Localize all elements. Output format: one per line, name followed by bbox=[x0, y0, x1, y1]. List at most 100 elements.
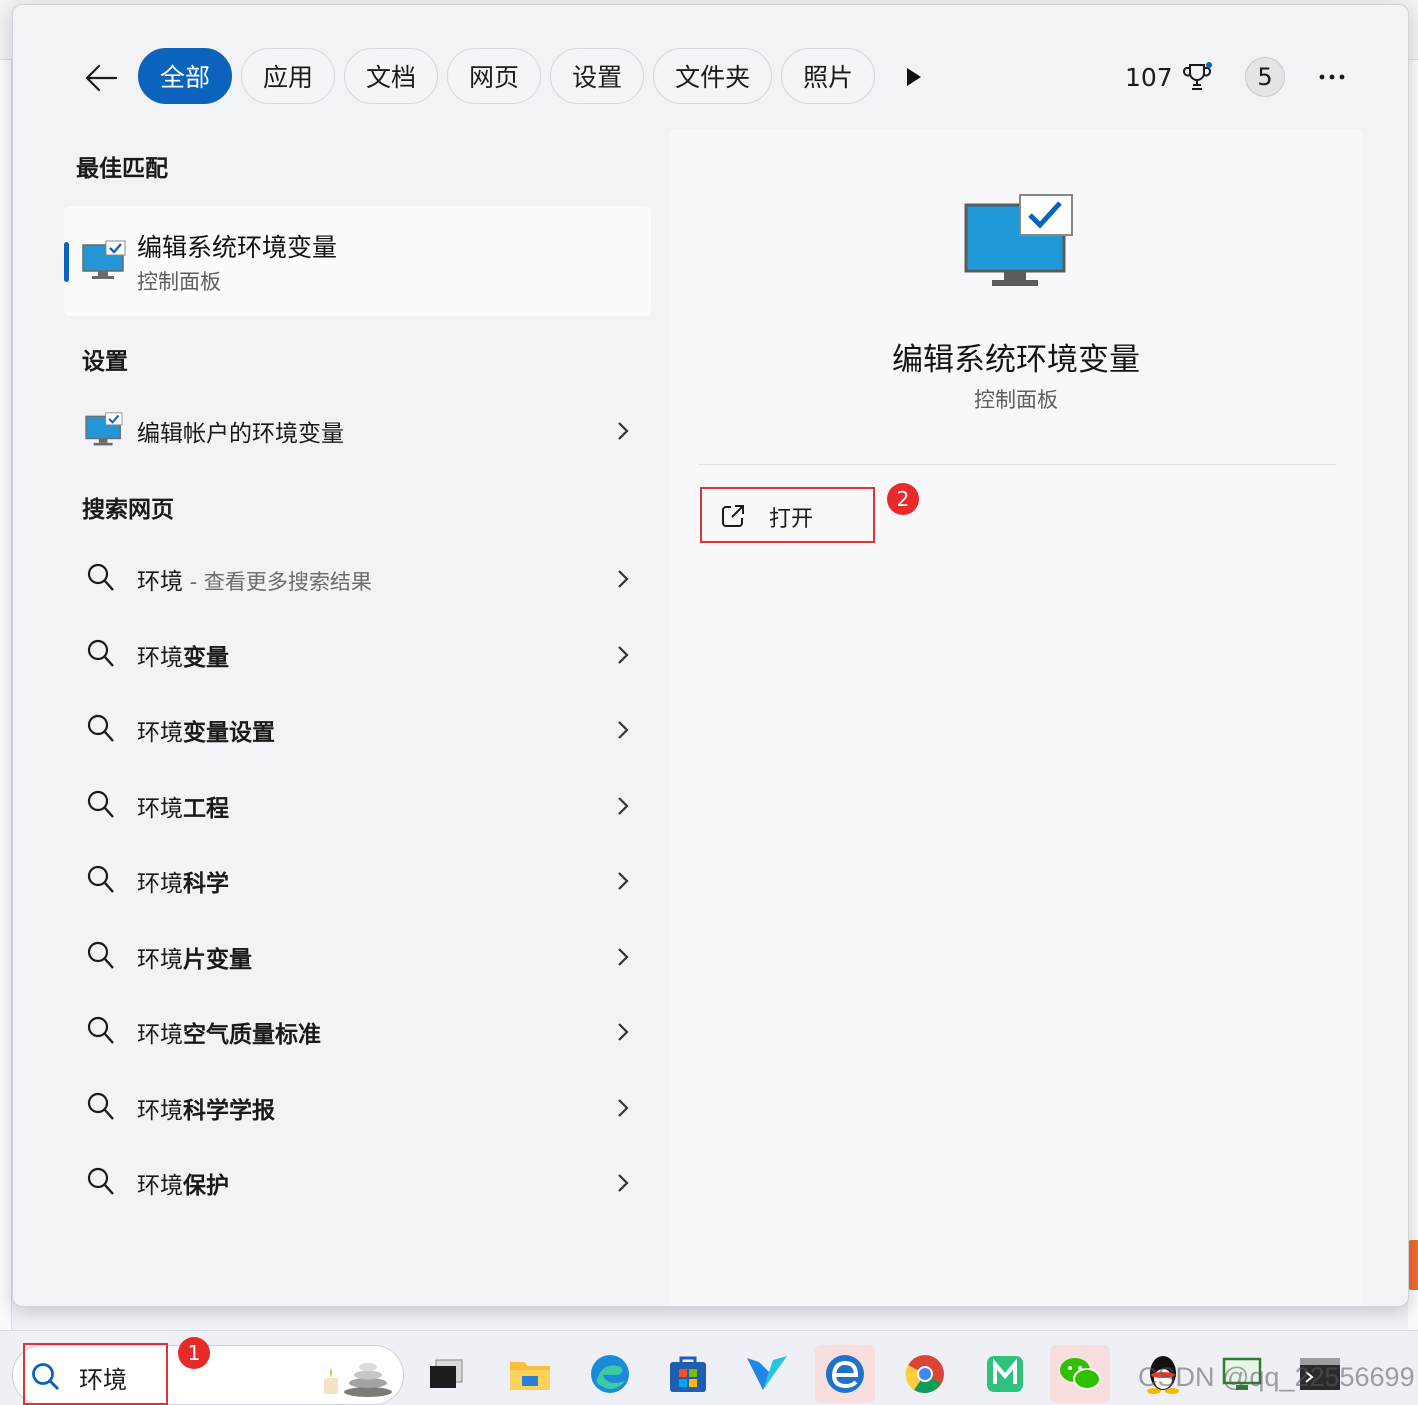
suggestion-prefix: 环境 bbox=[137, 796, 183, 822]
chevron-right-icon bbox=[618, 1023, 629, 1041]
divider bbox=[698, 464, 1336, 465]
search-highlight-icon bbox=[324, 1363, 392, 1397]
rewards-points[interactable]: 107 bbox=[1125, 57, 1213, 97]
play-icon bbox=[907, 68, 921, 86]
suggestion-completion: 工程 bbox=[183, 796, 229, 822]
search-panel: 全部 应用 文档 网页 设置 文件夹 照片 107 5 最佳匹配 编辑系统环境变… bbox=[12, 4, 1409, 1307]
settings-result-user-env-vars[interactable]: 编辑帐户的环境变量 bbox=[79, 401, 631, 461]
chevron-right-icon bbox=[618, 1099, 629, 1117]
tab-folders[interactable]: 文件夹 bbox=[653, 48, 773, 104]
step-1-highlight bbox=[23, 1343, 168, 1405]
result-preview-pane: 编辑系统环境变量 控制面板 打开 2 bbox=[669, 129, 1363, 1306]
suggestion-completion: 科学 bbox=[183, 871, 229, 897]
control-panel-monitor-icon bbox=[82, 240, 126, 279]
step-marker-1: 1 bbox=[178, 1337, 210, 1369]
suggestion-completion: 变量设置 bbox=[183, 720, 275, 746]
file-explorer-icon bbox=[510, 1362, 550, 1390]
task-view-icon bbox=[430, 1359, 463, 1388]
web-result-see-more[interactable]: 环境 - 查看更多搜索结果 bbox=[79, 549, 631, 609]
search-filter-bar: 全部 应用 文档 网页 设置 文件夹 照片 107 5 bbox=[13, 5, 1408, 125]
search-icon bbox=[87, 865, 114, 893]
tab-documents[interactable]: 文档 bbox=[344, 48, 439, 104]
ie-edge-button[interactable] bbox=[815, 1345, 875, 1403]
search-icon bbox=[87, 1016, 114, 1044]
search-icon bbox=[87, 1092, 114, 1120]
web-search-heading: 搜索网页 bbox=[82, 497, 174, 523]
filter-tabs: 全部 应用 文档 网页 设置 文件夹 照片 bbox=[138, 48, 876, 104]
vcode-app-icon bbox=[747, 1356, 787, 1390]
preview-title: 编辑系统环境变量 bbox=[892, 342, 1140, 378]
search-icon bbox=[87, 714, 114, 742]
best-match-heading: 最佳匹配 bbox=[76, 156, 168, 182]
web-suggestion-row[interactable]: 环境空气质量标准 bbox=[79, 1002, 631, 1062]
wechat-button[interactable] bbox=[1050, 1345, 1110, 1403]
selection-indicator bbox=[64, 242, 69, 282]
web-suggestion-row[interactable]: 环境工程 bbox=[79, 776, 631, 836]
microsoft-store-button[interactable] bbox=[658, 1345, 718, 1403]
web-result-query: 环境 bbox=[137, 569, 183, 595]
more-tabs-button[interactable] bbox=[901, 60, 927, 94]
tab-all[interactable]: 全部 bbox=[138, 48, 233, 104]
settings-heading: 设置 bbox=[82, 349, 128, 375]
suggestion-prefix: 环境 bbox=[137, 720, 183, 746]
best-match-subtitle: 控制面板 bbox=[137, 270, 221, 294]
web-suggestion-row[interactable]: 环境片变量 bbox=[79, 927, 631, 987]
watermark: CSDN @qq_22556699 bbox=[1138, 1362, 1415, 1392]
file-explorer-button[interactable] bbox=[500, 1345, 560, 1403]
chevron-right-icon bbox=[618, 646, 629, 664]
web-suggestion-row[interactable]: 环境保护 bbox=[79, 1153, 631, 1213]
back-button[interactable] bbox=[83, 55, 119, 101]
background-window-right-edge bbox=[1408, 60, 1418, 1330]
chevron-right-icon bbox=[618, 872, 629, 890]
open-button[interactable]: 打开 bbox=[700, 487, 875, 543]
chevron-right-icon bbox=[618, 948, 629, 966]
web-suggestion-row[interactable]: 环境变量 bbox=[79, 625, 631, 685]
more-options-button[interactable] bbox=[1315, 60, 1349, 94]
web-suggestion-row[interactable]: 环境科学 bbox=[79, 851, 631, 911]
background-window-left-edge bbox=[0, 60, 12, 1330]
tab-settings[interactable]: 设置 bbox=[550, 48, 645, 104]
web-suggestion-row[interactable]: 环境科学学报 bbox=[79, 1078, 631, 1138]
chrome-button[interactable] bbox=[895, 1345, 955, 1403]
settings-result-label: 编辑帐户的环境变量 bbox=[137, 421, 344, 447]
open-external-icon bbox=[722, 505, 744, 527]
wechat-icon bbox=[1060, 1358, 1101, 1390]
chevron-right-icon bbox=[618, 422, 629, 440]
search-icon bbox=[87, 941, 114, 969]
vcode-app-button[interactable] bbox=[737, 1345, 797, 1403]
chevron-right-icon bbox=[618, 797, 629, 815]
chevron-right-icon bbox=[618, 570, 629, 588]
tab-web[interactable]: 网页 bbox=[447, 48, 542, 104]
search-icon bbox=[87, 1167, 114, 1195]
task-view-button[interactable] bbox=[416, 1345, 476, 1403]
account-badge-count: 5 bbox=[1257, 63, 1273, 91]
ellipsis-icon bbox=[1319, 74, 1345, 80]
search-icon bbox=[87, 639, 114, 667]
tab-apps[interactable]: 应用 bbox=[241, 48, 336, 104]
best-match-title: 编辑系统环境变量 bbox=[137, 233, 338, 262]
search-icon bbox=[87, 563, 114, 591]
web-suggestion-row[interactable]: 环境变量设置 bbox=[79, 700, 631, 760]
suggestion-completion: 空气质量标准 bbox=[183, 1022, 321, 1048]
mobaxterm-button[interactable] bbox=[975, 1345, 1035, 1403]
suggestion-completion: 保护 bbox=[183, 1173, 229, 1199]
edge-button[interactable] bbox=[580, 1345, 640, 1403]
control-panel-monitor-icon bbox=[964, 194, 1073, 286]
mobaxterm-icon bbox=[987, 1356, 1023, 1392]
step-marker-2: 2 bbox=[887, 483, 919, 515]
open-button-label: 打开 bbox=[769, 507, 814, 532]
preview-subtitle: 控制面板 bbox=[974, 388, 1058, 412]
suggestion-prefix: 环境 bbox=[137, 1022, 183, 1048]
back-arrow-icon bbox=[85, 64, 118, 92]
edge-icon bbox=[591, 1355, 629, 1393]
search-icon bbox=[87, 790, 114, 818]
suggestion-completion: 变量 bbox=[183, 645, 229, 671]
ie-edge-icon bbox=[826, 1355, 864, 1393]
suggestion-completion: 片变量 bbox=[183, 947, 252, 973]
best-match-result[interactable]: 编辑系统环境变量 控制面板 bbox=[64, 206, 651, 316]
control-panel-monitor-icon bbox=[85, 412, 123, 446]
chevron-right-icon bbox=[618, 721, 629, 739]
suggestion-prefix: 环境 bbox=[137, 1098, 183, 1124]
tab-photos[interactable]: 照片 bbox=[781, 48, 876, 104]
account-badge[interactable]: 5 bbox=[1245, 57, 1285, 97]
